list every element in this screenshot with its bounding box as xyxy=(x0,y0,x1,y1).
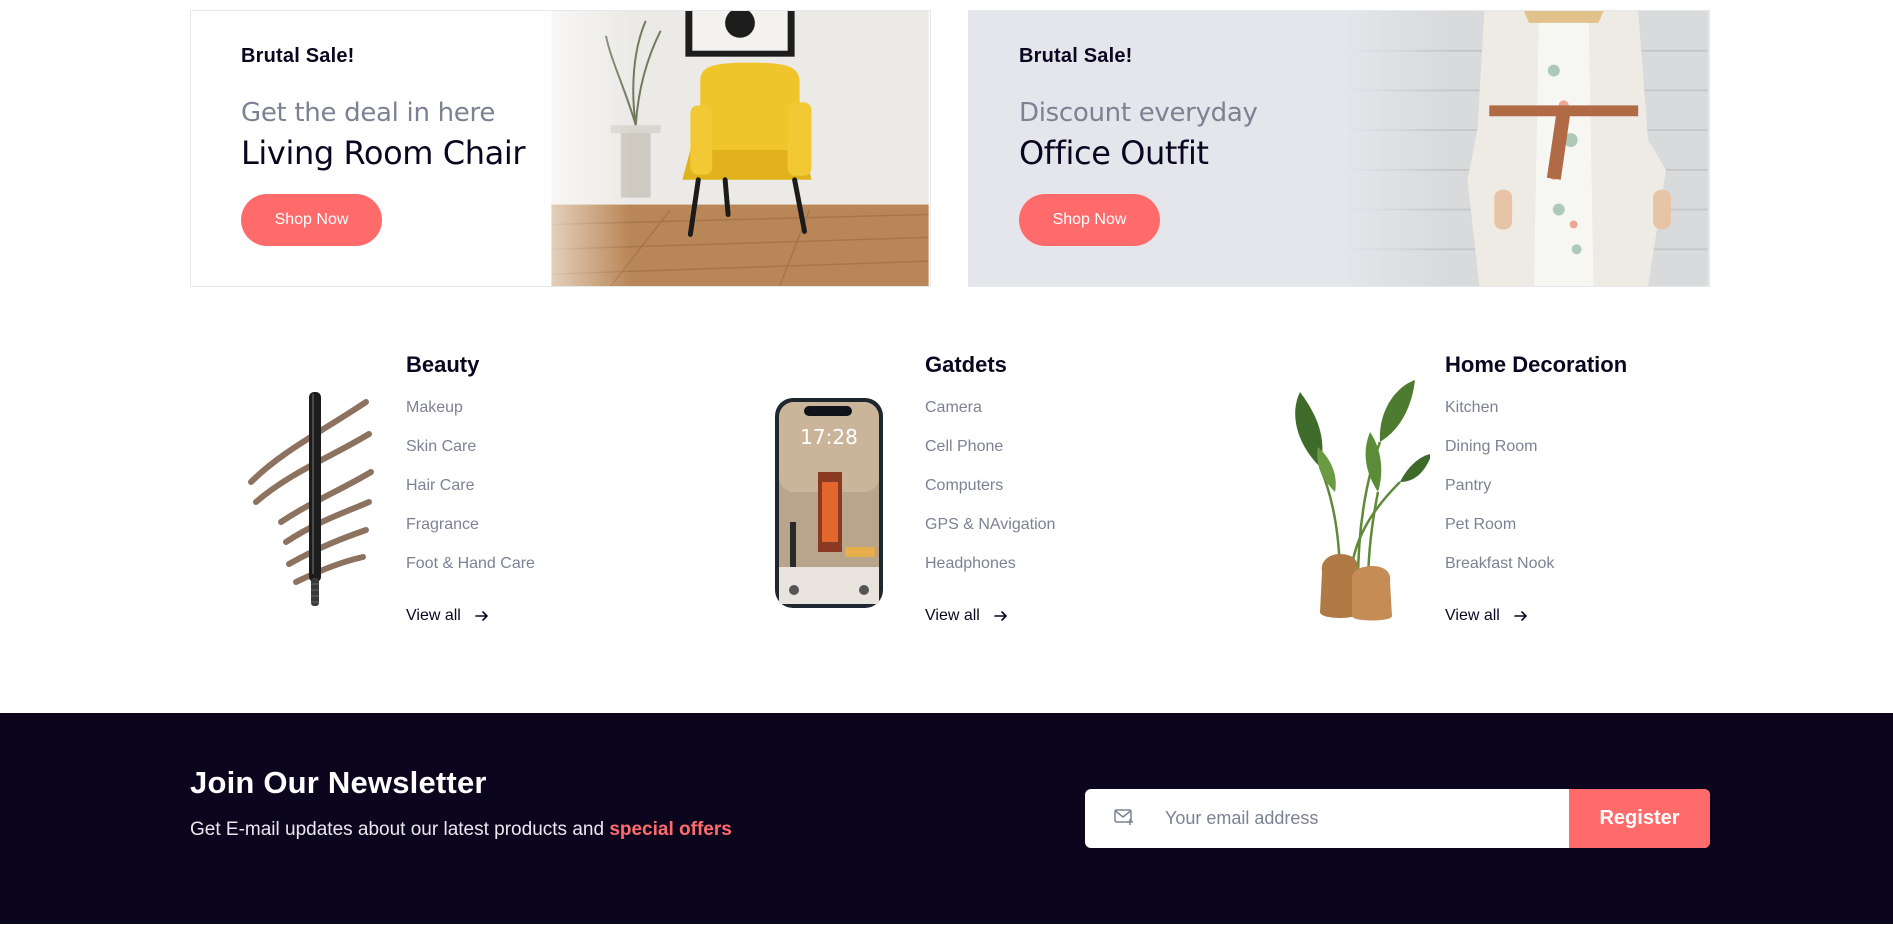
category-link[interactable]: Kitchen xyxy=(1445,388,1627,427)
category-beauty: Beauty Makeup Skin Care Hair Care Fragra… xyxy=(241,352,661,652)
promo-banner-outfit: Brutal Sale! Discount everyday Office Ou… xyxy=(968,10,1710,287)
banner-title: Living Room Chair xyxy=(241,134,526,172)
category-title: Beauty xyxy=(406,352,480,377)
view-all-link[interactable]: View all xyxy=(925,607,1055,625)
category-gadgets: 17:28 Gatdets Camera Cell Phone Computer… xyxy=(760,352,1180,652)
category-link[interactable]: Foot & Hand Care xyxy=(406,544,535,583)
arrow-right-icon xyxy=(1514,611,1527,621)
banner-text: Brutal Sale! Get the deal in here Living… xyxy=(241,45,525,246)
register-button[interactable]: Register xyxy=(1569,789,1710,848)
banner-title: Office Outfit xyxy=(1019,134,1209,172)
smartphone-image: 17:28 xyxy=(775,398,883,608)
view-all-label: View all xyxy=(406,607,461,624)
category-link[interactable]: Computers xyxy=(925,466,1055,505)
newsletter-text: Get E-mail updates about our latest prod… xyxy=(190,819,610,840)
eyebrow-pencil-image xyxy=(248,392,374,606)
category-link[interactable]: Dining Room xyxy=(1445,427,1627,466)
email-input[interactable] xyxy=(1165,789,1565,848)
banner-subtitle: Discount everyday xyxy=(1019,98,1258,128)
promo-banner-chair: Brutal Sale! Get the deal in here Living… xyxy=(190,10,931,287)
arrow-right-icon xyxy=(994,611,1007,621)
category-link[interactable]: Pantry xyxy=(1445,466,1627,505)
banner-subtitle: Get the deal in here xyxy=(241,98,496,128)
newsletter-title: Join Our Newsletter xyxy=(190,765,487,800)
category-home-decoration: Home Decoration Kitchen Dining Room Pant… xyxy=(1280,352,1700,652)
banner-eyebrow: Brutal Sale! xyxy=(241,45,355,67)
newsletter-highlight: special offers xyxy=(609,819,732,840)
category-list: Makeup Skin Care Hair Care Fragrance Foo… xyxy=(406,388,535,583)
shop-now-button[interactable]: Shop Now xyxy=(241,194,382,246)
category-link[interactable]: Hair Care xyxy=(406,466,535,505)
category-link[interactable]: Makeup xyxy=(406,388,535,427)
view-all-label: View all xyxy=(925,607,980,624)
view-all-link[interactable]: View all xyxy=(406,607,535,625)
phone-time: 17:28 xyxy=(800,425,858,449)
category-link[interactable]: Camera xyxy=(925,388,1055,427)
newsletter-section: Join Our Newsletter Get E-mail updates a… xyxy=(0,713,1893,924)
category-link[interactable]: Pet Room xyxy=(1445,505,1627,544)
arrow-right-icon xyxy=(475,611,488,621)
view-all-label: View all xyxy=(1445,607,1500,624)
category-link[interactable]: Headphones xyxy=(925,544,1055,583)
shop-now-button[interactable]: Shop Now xyxy=(1019,194,1160,246)
view-all-link[interactable]: View all xyxy=(1445,607,1627,625)
banner-eyebrow: Brutal Sale! xyxy=(1019,45,1133,67)
potted-plant-image xyxy=(1295,380,1430,621)
newsletter-form: Register xyxy=(1085,789,1710,848)
newsletter-description: Get E-mail updates about our latest prod… xyxy=(190,819,732,841)
category-list: Camera Cell Phone Computers GPS & NAviga… xyxy=(925,388,1055,583)
category-link[interactable]: Breakfast Nook xyxy=(1445,544,1627,583)
mail-icon xyxy=(1114,809,1133,825)
category-link[interactable]: GPS & NAvigation xyxy=(925,505,1055,544)
outfit-image-fade xyxy=(1339,11,1449,286)
category-link[interactable]: Skin Care xyxy=(406,427,535,466)
category-link[interactable]: Fragrance xyxy=(406,505,535,544)
banner-text: Brutal Sale! Discount everyday Office Ou… xyxy=(1019,45,1258,246)
category-title: Gatdets xyxy=(925,352,1007,377)
category-link[interactable]: Cell Phone xyxy=(925,427,1055,466)
category-list: Kitchen Dining Room Pantry Pet Room Brea… xyxy=(1445,388,1627,583)
category-title: Home Decoration xyxy=(1445,352,1628,377)
